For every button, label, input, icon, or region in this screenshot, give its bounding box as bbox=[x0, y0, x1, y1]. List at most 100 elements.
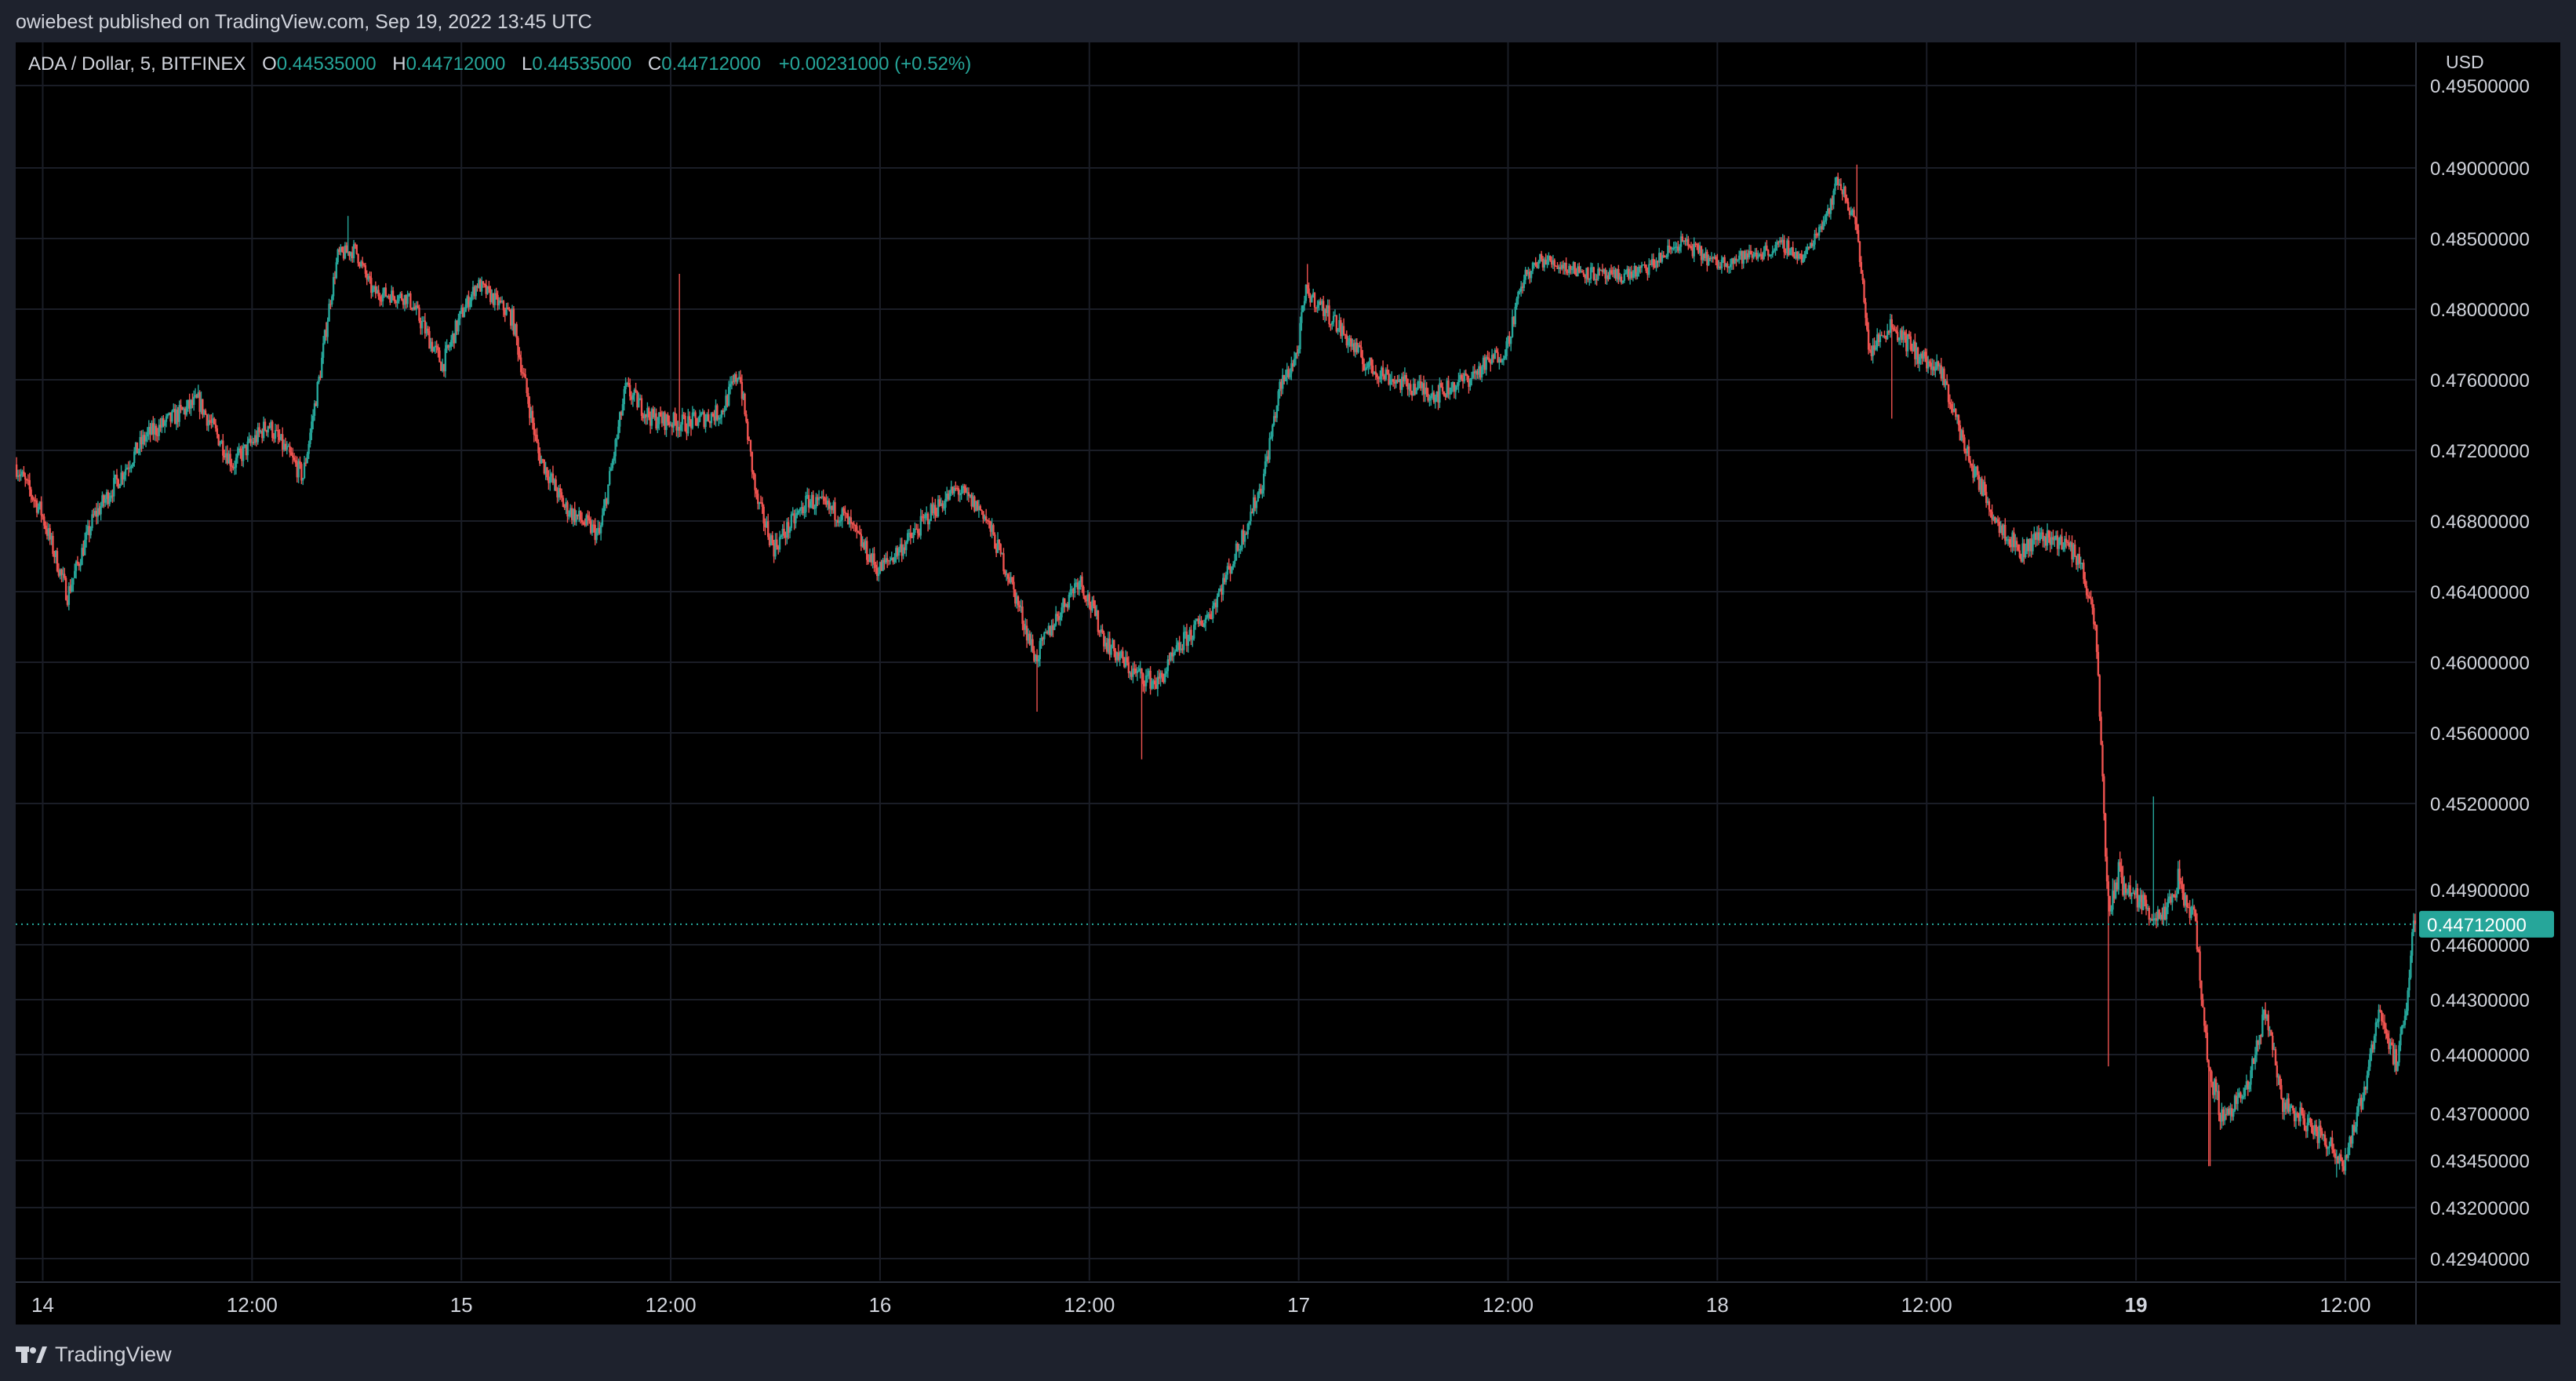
candle-body bbox=[906, 533, 909, 542]
candle-body bbox=[1957, 414, 1960, 425]
candle-body bbox=[2385, 1028, 2388, 1034]
candle-body bbox=[1553, 260, 1555, 266]
candle-body bbox=[289, 446, 291, 453]
candle-body bbox=[1457, 379, 1460, 386]
candle-body bbox=[609, 471, 611, 485]
candle-body bbox=[1127, 662, 1130, 673]
candle-body bbox=[795, 516, 797, 523]
candle-body bbox=[1860, 261, 1863, 274]
candle-body bbox=[2078, 553, 2080, 563]
candle-body bbox=[704, 419, 707, 428]
candle-body bbox=[2274, 1049, 2277, 1066]
candle-body bbox=[2214, 1079, 2218, 1092]
chart-pane[interactable]: 0.49500000 0.49000000 0.48500000 0.48000000… bbox=[16, 42, 2560, 1325]
candle bbox=[2104, 812, 2107, 862]
candle-body bbox=[1331, 322, 1333, 325]
candle-body bbox=[1865, 302, 1867, 319]
candle-body bbox=[749, 439, 752, 452]
candle-body bbox=[437, 347, 439, 351]
candle-body bbox=[1488, 358, 1490, 362]
candle-body bbox=[2243, 1088, 2247, 1096]
candle-body bbox=[948, 490, 951, 500]
candle-body bbox=[1514, 306, 1516, 325]
candle-body bbox=[165, 416, 168, 422]
candle-body bbox=[1757, 256, 1759, 259]
candle bbox=[2103, 774, 2105, 821]
candle-body bbox=[1844, 186, 1846, 199]
candle-body bbox=[560, 492, 563, 498]
candle-body bbox=[1226, 566, 1229, 575]
candle-body bbox=[384, 287, 387, 297]
candle-body bbox=[357, 253, 359, 264]
candle-body bbox=[1894, 329, 1896, 331]
candle-body bbox=[819, 497, 822, 499]
candle-body bbox=[1364, 367, 1367, 371]
candle-body bbox=[2327, 1148, 2329, 1150]
candle-body bbox=[1074, 583, 1076, 593]
candle-body bbox=[2366, 1075, 2368, 1090]
candle-body bbox=[43, 516, 45, 526]
candle-body bbox=[1858, 241, 1861, 262]
candle-body bbox=[444, 348, 447, 372]
candle-body bbox=[965, 487, 967, 493]
candle-body bbox=[2232, 1110, 2235, 1117]
candle-body bbox=[1531, 262, 1534, 271]
candle-body bbox=[64, 578, 67, 600]
candle-body bbox=[231, 465, 233, 467]
candle-body bbox=[2261, 1015, 2264, 1037]
candle-body bbox=[286, 446, 289, 450]
candle-body bbox=[1970, 463, 1973, 466]
candle-body bbox=[723, 410, 726, 413]
candle-body bbox=[204, 410, 207, 415]
candle-body bbox=[328, 304, 330, 322]
candle-body bbox=[364, 265, 367, 274]
candle-body bbox=[299, 461, 301, 465]
candle bbox=[2396, 1061, 2399, 1072]
candle-body bbox=[341, 246, 344, 252]
candle-body bbox=[601, 515, 604, 526]
time-tick-label: 12:00 bbox=[1483, 1293, 1534, 1317]
candle-body bbox=[1892, 327, 1894, 330]
candle-body bbox=[751, 451, 754, 472]
candle-body bbox=[321, 357, 323, 378]
candle-body bbox=[1890, 319, 1893, 328]
candle-body bbox=[264, 421, 267, 431]
candle-body bbox=[858, 532, 861, 534]
candle-body bbox=[631, 395, 635, 400]
candle-body bbox=[2199, 951, 2201, 981]
candle-body bbox=[1261, 490, 1264, 494]
candle-body bbox=[104, 498, 107, 503]
candle-body bbox=[1839, 184, 1843, 191]
time-tick-label: 16 bbox=[868, 1293, 891, 1317]
candle-body bbox=[1988, 501, 1991, 510]
candle-body bbox=[628, 383, 630, 385]
candle-body bbox=[934, 505, 937, 516]
candle-body bbox=[30, 489, 32, 497]
candle-body bbox=[2185, 895, 2189, 908]
candle-body bbox=[1834, 183, 1836, 191]
candle-body bbox=[144, 436, 147, 442]
candle-body bbox=[776, 539, 778, 547]
candle-body bbox=[420, 321, 424, 329]
candle-body bbox=[1190, 629, 1192, 640]
candle-body bbox=[1061, 607, 1063, 618]
candle-body bbox=[449, 346, 451, 348]
candle-body bbox=[1464, 373, 1467, 375]
candle-body bbox=[2052, 537, 2054, 540]
price-tick-label: 0.44900000 bbox=[2430, 880, 2530, 902]
candle-body bbox=[2401, 1026, 2403, 1034]
candle-body bbox=[877, 573, 880, 577]
candle-body bbox=[23, 472, 25, 477]
candle-body bbox=[1989, 509, 1992, 512]
price-tick-label: 0.49500000 bbox=[2430, 76, 2530, 97]
price-chart[interactable]: 0.49500000 0.49000000 0.48500000 0.48000000… bbox=[16, 42, 2560, 1325]
candle-body bbox=[909, 533, 912, 537]
candle-body bbox=[1359, 345, 1361, 347]
candle-body bbox=[659, 412, 662, 417]
candle-body bbox=[1854, 217, 1857, 224]
candle-body bbox=[2332, 1149, 2335, 1153]
candle-body bbox=[171, 410, 173, 422]
candle-body bbox=[2095, 625, 2098, 652]
candle-body bbox=[1505, 341, 1508, 356]
candle-body bbox=[1570, 268, 1574, 271]
